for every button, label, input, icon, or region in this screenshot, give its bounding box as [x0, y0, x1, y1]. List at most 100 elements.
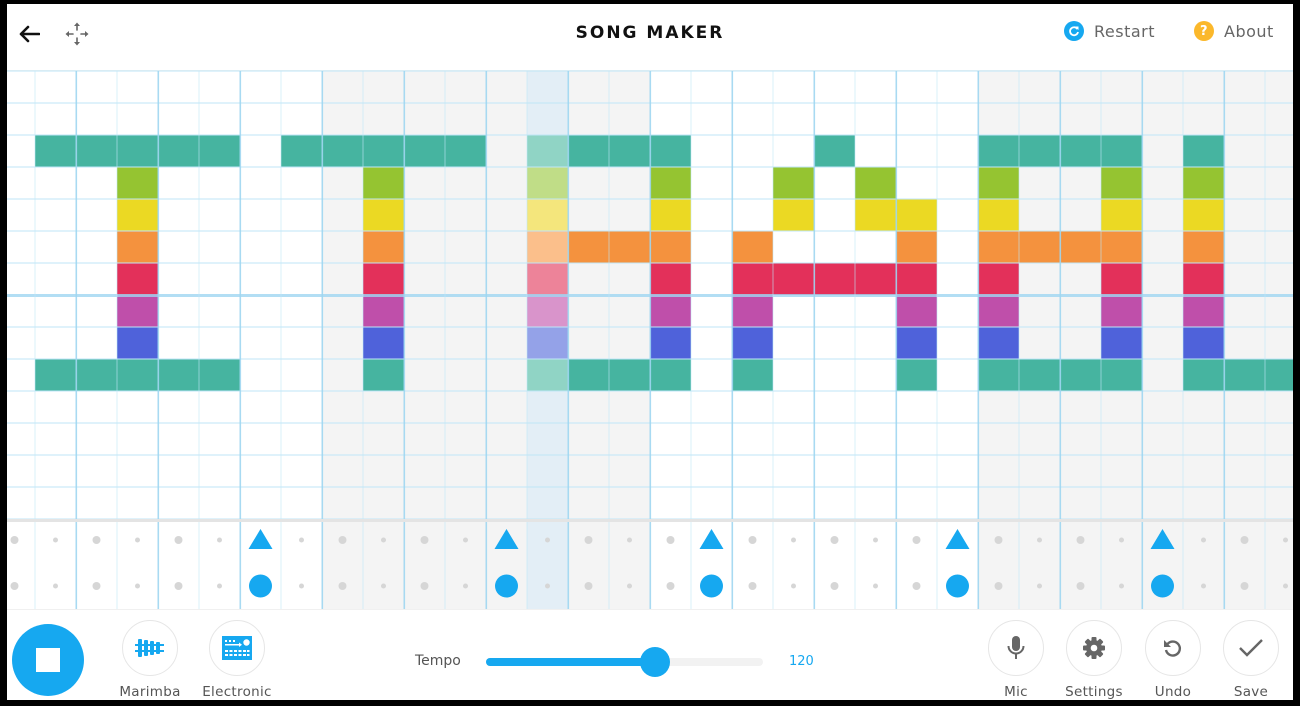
rhythm-slot-dot[interactable]: [10, 582, 19, 590]
melody-note[interactable]: [1101, 167, 1142, 199]
melody-note[interactable]: [35, 135, 76, 167]
melody-note[interactable]: [650, 263, 691, 295]
rhythm-slot-dot[interactable]: [92, 536, 101, 544]
rhythm-slot-dot[interactable]: [545, 583, 550, 589]
melody-note[interactable]: [732, 295, 773, 327]
melody-note[interactable]: [568, 359, 609, 391]
melody-note[interactable]: [732, 231, 773, 263]
melody-note[interactable]: [363, 263, 404, 295]
melody-note[interactable]: [978, 295, 1019, 327]
restart-button[interactable]: Restart: [1064, 21, 1155, 41]
grid-column[interactable]: [1265, 71, 1293, 609]
rhythm-circle-note[interactable]: [1151, 574, 1174, 598]
melody-note[interactable]: [1060, 231, 1101, 263]
melody-note[interactable]: [117, 263, 158, 295]
rhythm-slot-dot[interactable]: [584, 582, 593, 590]
rhythm-slot-dot[interactable]: [1076, 536, 1085, 544]
melody-note[interactable]: [1060, 359, 1101, 391]
melody-note[interactable]: [1019, 359, 1060, 391]
melody-note[interactable]: [199, 135, 240, 167]
melody-note[interactable]: [814, 263, 855, 295]
about-button[interactable]: ? About: [1194, 21, 1274, 41]
melody-note[interactable]: [117, 359, 158, 391]
mic-button[interactable]: [988, 620, 1044, 676]
rhythm-slot-dot[interactable]: [420, 536, 429, 544]
melody-note[interactable]: [855, 199, 896, 231]
rhythm-slot-dot[interactable]: [1240, 582, 1249, 590]
melody-note[interactable]: [1101, 327, 1142, 359]
rhythm-slot-dot[interactable]: [1119, 583, 1124, 589]
melody-note[interactable]: [404, 135, 445, 167]
rhythm-slot-dot[interactable]: [299, 537, 304, 543]
grid-column[interactable]: [240, 71, 281, 609]
rhythm-slot-dot[interactable]: [338, 582, 347, 590]
melody-note[interactable]: [732, 327, 773, 359]
melody-note[interactable]: [527, 167, 568, 199]
melody-note[interactable]: [117, 167, 158, 199]
melody-note[interactable]: [732, 263, 773, 295]
melody-note[interactable]: [896, 231, 937, 263]
melody-note[interactable]: [1224, 359, 1265, 391]
rhythm-slot-dot[interactable]: [420, 582, 429, 590]
melody-note[interactable]: [773, 199, 814, 231]
rhythm-slot-dot[interactable]: [1076, 582, 1085, 590]
melody-note[interactable]: [732, 359, 773, 391]
melody-note[interactable]: [1183, 231, 1224, 263]
rhythm-slot-dot[interactable]: [174, 582, 183, 590]
melody-note[interactable]: [158, 359, 199, 391]
melody-note[interactable]: [896, 295, 937, 327]
melody-note[interactable]: [650, 231, 691, 263]
melody-note[interactable]: [896, 359, 937, 391]
melody-note[interactable]: [1183, 295, 1224, 327]
rhythm-slot-dot[interactable]: [1240, 536, 1249, 544]
melody-note[interactable]: [896, 263, 937, 295]
melody-note[interactable]: [650, 167, 691, 199]
melody-note[interactable]: [978, 231, 1019, 263]
melody-note[interactable]: [117, 231, 158, 263]
melody-note[interactable]: [527, 263, 568, 295]
melody-note[interactable]: [363, 167, 404, 199]
melody-note[interactable]: [1183, 359, 1224, 391]
melody-note[interactable]: [117, 295, 158, 327]
melody-note[interactable]: [978, 327, 1019, 359]
stop-button[interactable]: [12, 624, 84, 696]
rhythm-slot-dot[interactable]: [791, 583, 796, 589]
melody-note[interactable]: [117, 199, 158, 231]
melody-note[interactable]: [978, 167, 1019, 199]
melody-note[interactable]: [363, 231, 404, 263]
grid-column[interactable]: [937, 71, 978, 609]
rhythm-slot-dot[interactable]: [1201, 537, 1206, 543]
rhythm-slot-dot[interactable]: [381, 583, 386, 589]
melody-note[interactable]: [117, 327, 158, 359]
melody-note[interactable]: [363, 295, 404, 327]
rhythm-slot-dot[interactable]: [53, 583, 58, 589]
rhythm-slot-dot[interactable]: [1037, 537, 1042, 543]
rhythm-slot-dot[interactable]: [994, 582, 1003, 590]
melody-note[interactable]: [1183, 327, 1224, 359]
grid-column[interactable]: [855, 71, 896, 609]
melody-note[interactable]: [978, 263, 1019, 295]
rhythm-slot-dot[interactable]: [627, 537, 632, 543]
grid-canvas[interactable]: [7, 70, 1293, 610]
tempo-slider[interactable]: [486, 647, 763, 677]
melody-note[interactable]: [1265, 359, 1293, 391]
grid-column[interactable]: [486, 71, 527, 609]
rhythm-slot-dot[interactable]: [1283, 583, 1288, 589]
melody-note[interactable]: [1101, 295, 1142, 327]
rhythm-slot-dot[interactable]: [135, 537, 140, 543]
melody-note[interactable]: [363, 135, 404, 167]
rhythm-slot-dot[interactable]: [584, 536, 593, 544]
instrument-marimba-button[interactable]: [122, 620, 178, 676]
melody-note[interactable]: [76, 135, 117, 167]
melody-note[interactable]: [1019, 135, 1060, 167]
grid-column[interactable]: [1224, 71, 1265, 609]
rhythm-slot-dot[interactable]: [912, 536, 921, 544]
melody-note[interactable]: [609, 135, 650, 167]
rhythm-slot-dot[interactable]: [299, 583, 304, 589]
melody-note[interactable]: [527, 327, 568, 359]
rhythm-circle-note[interactable]: [700, 574, 723, 598]
rhythm-slot-dot[interactable]: [1201, 583, 1206, 589]
melody-note[interactable]: [158, 135, 199, 167]
settings-button[interactable]: [1066, 620, 1122, 676]
rhythm-slot-dot[interactable]: [873, 583, 878, 589]
